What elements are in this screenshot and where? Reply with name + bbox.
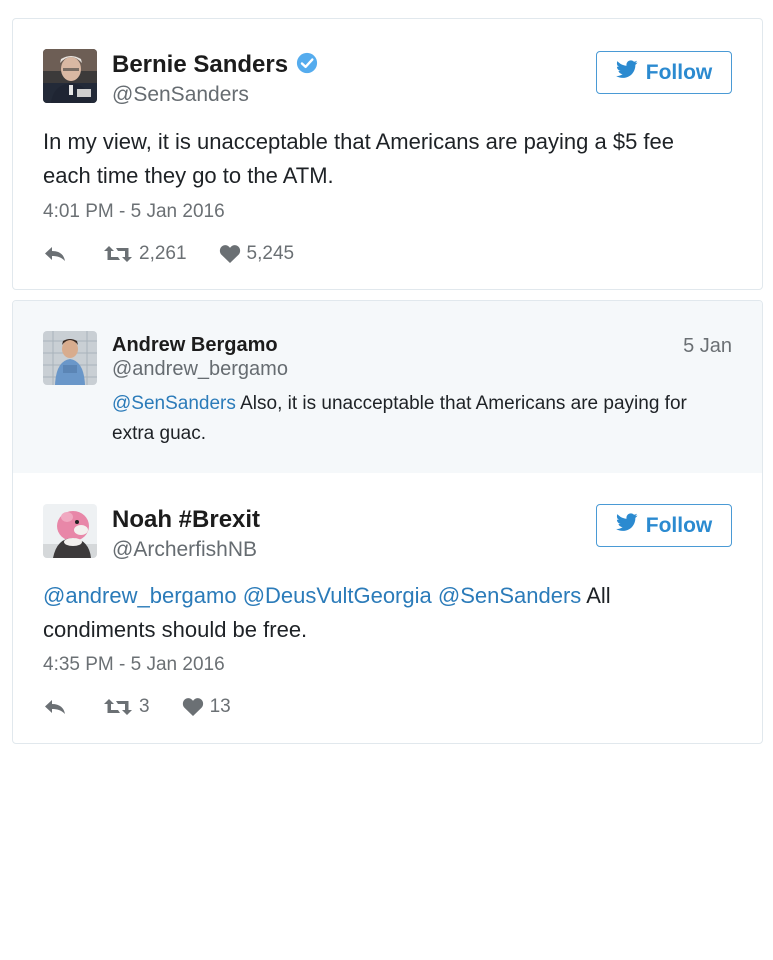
like-count: 5,245: [246, 243, 295, 264]
verified-badge-icon: [296, 52, 318, 74]
author-name-text: Bernie Sanders: [112, 51, 289, 78]
follow-button-reply[interactable]: Follow: [596, 504, 732, 547]
tweet-timestamp[interactable]: 4:01 PM - 5 Jan 2016: [43, 201, 225, 223]
avatar-andrew-bergamo[interactable]: [43, 331, 97, 385]
reply-timestamp[interactable]: 4:35 PM - 5 Jan 2016: [43, 654, 225, 676]
retweet-icon: [103, 697, 133, 717]
retweet-count: 3: [139, 696, 150, 717]
author-handle[interactable]: @SenSanders: [112, 83, 249, 107]
twitter-bird-icon: [615, 60, 638, 85]
reply-icon: [43, 245, 67, 263]
reply-button[interactable]: [43, 245, 67, 263]
follow-button[interactable]: Follow: [596, 51, 732, 94]
tweet-card-sensanders: Bernie Sanders @SenSanders Follow In my …: [12, 18, 763, 290]
like-button[interactable]: 5,245: [219, 243, 295, 265]
reply-button[interactable]: [43, 698, 67, 716]
twitter-bird-icon: [615, 513, 638, 538]
tweet-text: In my view, it is unacceptable that Amer…: [43, 129, 675, 188]
mention-link-2[interactable]: @DeusVultGeorgia: [243, 583, 432, 608]
follow-button-label: Follow: [645, 60, 713, 84]
like-button[interactable]: 13: [182, 696, 231, 718]
heart-icon: [182, 697, 204, 717]
reply-actions: 3 13: [43, 694, 231, 720]
mention-link[interactable]: @SenSanders: [112, 393, 236, 414]
author-name[interactable]: Bernie Sanders: [112, 51, 318, 79]
like-count: 13: [209, 696, 231, 717]
quoted-tweet[interactable]: Andrew Bergamo @andrew_bergamo 5 Jan @Se…: [13, 301, 762, 473]
follow-button-label: Follow: [645, 513, 713, 537]
quoted-author-handle[interactable]: @andrew_bergamo: [112, 358, 288, 381]
reply-tweet-text: @andrew_bergamo @DeusVultGeorgia @SenSan…: [43, 579, 722, 647]
retweet-count: 2,261: [139, 243, 187, 264]
quoted-author-name[interactable]: Andrew Bergamo: [112, 334, 278, 357]
tweet-actions: 2,261 5,245: [43, 241, 294, 267]
retweet-button[interactable]: 3: [103, 696, 150, 718]
retweet-button[interactable]: 2,261: [103, 243, 187, 265]
avatar-noah[interactable]: [43, 504, 97, 558]
tweet-card-archerfishnb: Andrew Bergamo @andrew_bergamo 5 Jan @Se…: [12, 300, 763, 744]
reply-author-name[interactable]: Noah #Brexit: [112, 506, 260, 534]
avatar-bernie-sanders[interactable]: [43, 49, 97, 103]
reply-icon: [43, 698, 67, 716]
mention-link-1[interactable]: @andrew_bergamo: [43, 583, 237, 608]
reply-author-handle[interactable]: @ArcherfishNB: [112, 538, 257, 562]
quoted-date[interactable]: 5 Jan: [683, 335, 732, 358]
retweet-icon: [103, 244, 133, 264]
heart-icon: [219, 244, 241, 264]
quoted-tweet-text: @SenSanders Also, it is unacceptable tha…: [112, 389, 722, 449]
mention-link-3[interactable]: @SenSanders: [438, 583, 581, 608]
